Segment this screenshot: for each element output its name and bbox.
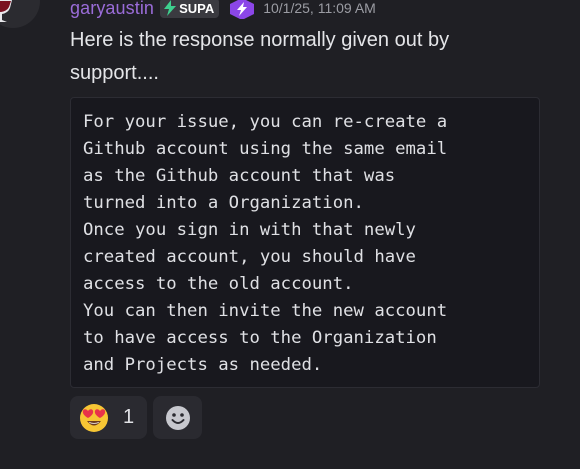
code-line: to have access to the Organization (83, 328, 437, 348)
code-line: created account, you should have (83, 247, 416, 267)
code-line: You can then invite the new account (83, 301, 448, 321)
chat-message: garyaustin SUPA 10/1/25, 11:09 AM Here i… (0, 0, 580, 469)
smiley-add-reaction-icon (165, 405, 190, 430)
add-reaction-button[interactable] (153, 396, 202, 439)
nitro-hexagon-bolt-icon[interactable] (227, 0, 257, 19)
reaction-count: 1 (123, 406, 135, 428)
heart-eyes-emoji-icon (80, 403, 108, 432)
code-line: turned into a Organization. (83, 193, 364, 213)
avatar[interactable] (0, 0, 40, 28)
wine-glass-icon (0, 0, 12, 22)
bolt-icon (164, 0, 177, 16)
code-line: For your issue, you can re-create a (83, 112, 448, 132)
message-header: garyaustin SUPA 10/1/25, 11:09 AM (70, 0, 376, 19)
code-line: Github account using the same email (83, 139, 448, 159)
message-text-line: Here is the response normally given out … (70, 29, 450, 51)
code-line: as the Github account that was (83, 166, 396, 186)
reaction-heart-eyes[interactable]: 1 (70, 396, 147, 439)
server-tag[interactable]: SUPA (160, 0, 220, 18)
reaction-bar: 1 (70, 396, 202, 439)
code-block: For your issue, you can re-create a Gith… (70, 97, 540, 388)
code-line: and Projects as needed. (83, 355, 323, 375)
code-line: access to the old account. (83, 274, 354, 294)
server-tag-label: SUPA (179, 0, 215, 16)
message-content: Here is the response normally given out … (70, 24, 540, 90)
message-timestamp[interactable]: 10/1/25, 11:09 AM (263, 0, 376, 16)
message-text-line: support.... (70, 62, 159, 84)
author-username[interactable]: garyaustin (70, 0, 154, 19)
code-line: Once you sign in with that newly (83, 220, 416, 240)
